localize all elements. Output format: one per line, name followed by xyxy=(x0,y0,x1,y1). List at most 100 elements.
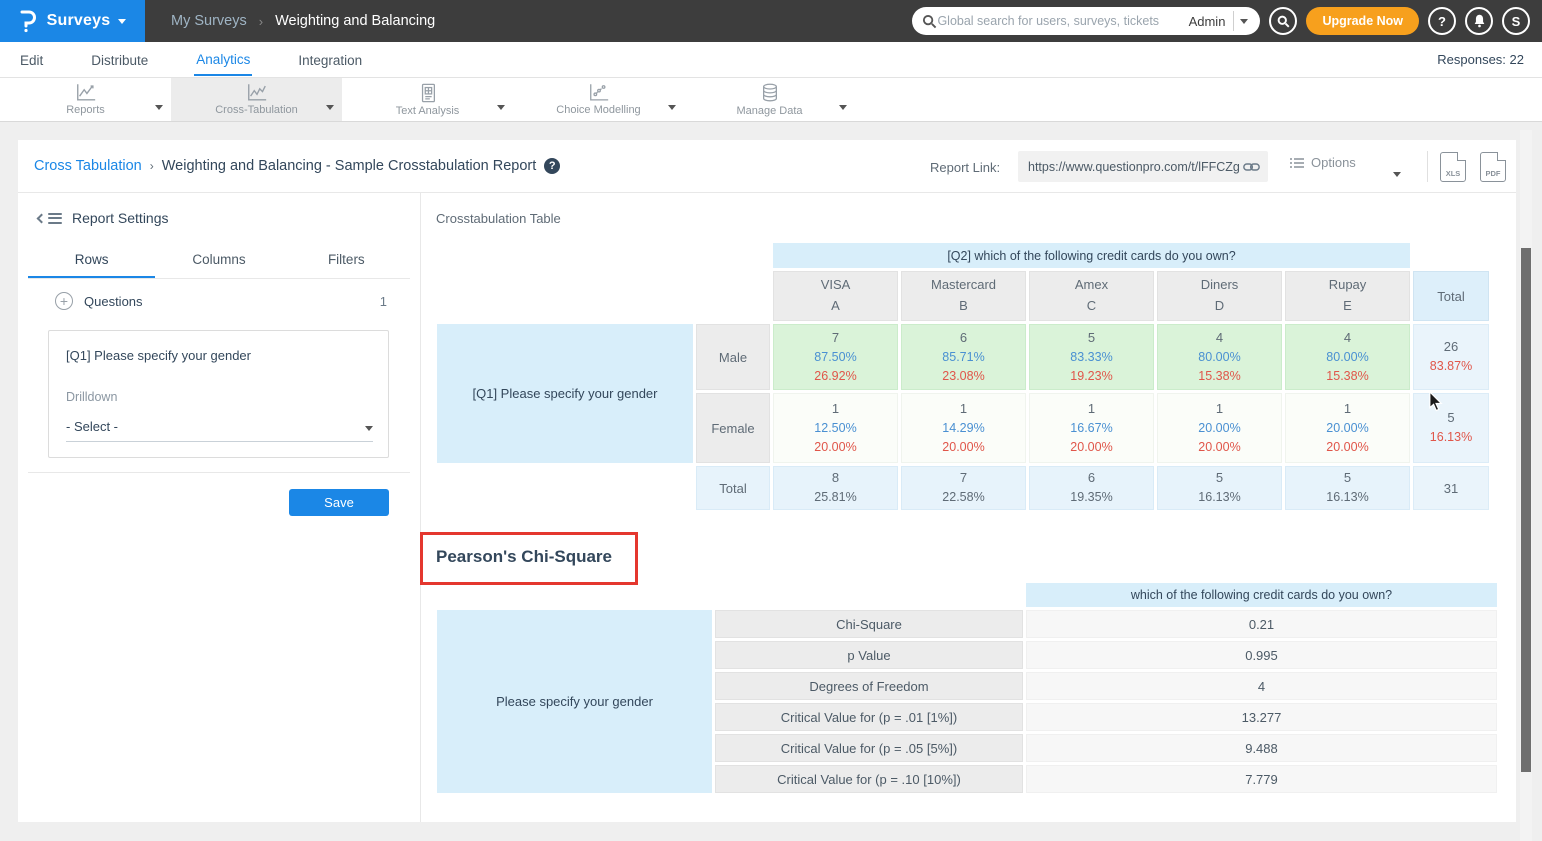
toolbar-item-cross-tabulation[interactable]: Cross-Tabulation xyxy=(171,78,342,121)
toolbar-item-text-analysis[interactable]: Text Analysis xyxy=(342,78,513,121)
add-question-button[interactable]: + xyxy=(55,292,73,310)
topbar: Surveys My Surveys › Weighting and Balan… xyxy=(0,0,1542,42)
user-avatar[interactable]: S xyxy=(1502,7,1530,35)
report-breadcrumb: Cross Tabulation › Weighting and Balanci… xyxy=(34,158,560,174)
chi-row-header: Please specify your gender xyxy=(437,610,712,793)
report-link-box[interactable]: https://www.questionpro.com/t/lFFCZg xyxy=(1018,151,1268,182)
stat-label: Chi-Square xyxy=(715,610,1023,638)
tab-filters[interactable]: Filters xyxy=(283,246,410,278)
crosstab-totals-row: Total 825.81% 722.58% 619.35% 516.13% 51… xyxy=(437,466,1489,510)
stat-label: Degrees of Freedom xyxy=(715,672,1023,700)
column-header: VISAA xyxy=(773,271,898,321)
topbar-breadcrumb: My Surveys › Weighting and Balancing xyxy=(171,13,435,29)
export-xls-icon[interactable]: XLS xyxy=(1440,152,1466,182)
surveys-product-menu[interactable]: Surveys xyxy=(0,0,145,42)
help-button[interactable] xyxy=(1428,7,1456,35)
collapse-sidebar-button[interactable] xyxy=(38,210,62,226)
drilldown-select[interactable]: - Select - xyxy=(66,419,373,442)
analytics-toolbar: Reports Cross-Tabulation Text Analysis C… xyxy=(0,78,1542,122)
line-chart-icon xyxy=(246,83,268,102)
tab-distribute[interactable]: Distribute xyxy=(89,44,150,75)
toolbar-item-label: Reports xyxy=(66,104,105,116)
sidebar-divider xyxy=(420,192,421,822)
column-header: RupayE xyxy=(1285,271,1410,321)
tab-analytics[interactable]: Analytics xyxy=(194,43,252,76)
chi-column-header: which of the following credit cards do y… xyxy=(1026,583,1497,607)
toolbar-item-label: Manage Data xyxy=(736,105,802,117)
tab-rows[interactable]: Rows xyxy=(28,246,155,278)
chevron-down-icon[interactable] xyxy=(668,97,676,115)
row-total-cell: 2683.87% xyxy=(1413,324,1489,390)
global-search-input[interactable] xyxy=(937,14,1184,28)
stat-value: 4 xyxy=(1026,672,1497,700)
chevron-left-icon xyxy=(37,213,47,223)
drilldown-label: Drilldown xyxy=(66,390,117,404)
mouse-cursor xyxy=(1428,392,1446,417)
breadcrumb-separator: › xyxy=(150,159,154,173)
topbar-actions: Admin Upgrade Now S xyxy=(912,0,1530,42)
bell-icon xyxy=(1473,14,1486,28)
search-icon xyxy=(1277,15,1290,28)
chi-stat-row: Please specify your gender Chi-Square 0.… xyxy=(437,610,1497,638)
upgrade-now-button[interactable]: Upgrade Now xyxy=(1306,7,1419,35)
column-header: MastercardB xyxy=(901,271,1026,321)
breadcrumb-current-survey: Weighting and Balancing xyxy=(275,13,435,29)
scatter-chart-icon xyxy=(588,83,610,102)
export-pdf-icon[interactable]: PDF xyxy=(1480,152,1506,182)
column-total-cell: 825.81% xyxy=(773,466,898,510)
pdf-label: PDF xyxy=(1486,169,1501,178)
crosstab-cell: 112.50%20.00% xyxy=(773,393,898,463)
crosstab-cell: 480.00%15.38% xyxy=(1157,324,1282,390)
questions-label: Questions xyxy=(84,294,380,309)
search-icon xyxy=(922,14,937,29)
crosstab-column-headers-row: VISAA MastercardB AmexC DinersD RupayE T… xyxy=(437,271,1489,321)
database-icon xyxy=(760,83,780,103)
survey-nav-tabs: Edit Distribute Analytics Integration Re… xyxy=(0,42,1542,78)
chevron-down-icon[interactable] xyxy=(497,97,505,115)
options-button[interactable]: Options xyxy=(1290,155,1356,170)
crosstab-cell: 114.29%20.00% xyxy=(901,393,1026,463)
chevron-down-icon[interactable] xyxy=(839,97,847,115)
crosstab-cell: 120.00%20.00% xyxy=(1285,393,1410,463)
tab-integration[interactable]: Integration xyxy=(296,44,364,75)
report-link-url[interactable]: https://www.questionpro.com/t/lFFCZg xyxy=(1028,160,1243,174)
stat-label: Critical Value for (p = .05 [5%]) xyxy=(715,734,1023,762)
chevron-down-icon[interactable] xyxy=(326,97,334,115)
grand-total-cell: 31 xyxy=(1413,466,1489,510)
chi-header-row: which of the following credit cards do y… xyxy=(437,583,1497,607)
toolbar-item-choice-modelling[interactable]: Choice Modelling xyxy=(513,78,684,121)
row-question-header: [Q1] Please specify your gender xyxy=(437,324,693,463)
sidebar-footer-divider xyxy=(28,472,410,473)
question-card: [Q1] Please specify your gender Drilldow… xyxy=(48,330,389,458)
breadcrumb-separator: › xyxy=(259,14,263,29)
row-total-cell: 516.13% xyxy=(1413,393,1489,463)
chi-square-table: which of the following credit cards do y… xyxy=(434,580,1500,796)
avatar-initial: S xyxy=(1512,14,1521,29)
search-scope-dropdown[interactable] xyxy=(1234,19,1254,24)
questions-section: + Questions 1 xyxy=(55,292,387,310)
tab-edit[interactable]: Edit xyxy=(18,44,45,75)
report-help-icon[interactable] xyxy=(544,158,560,174)
cross-tabulation-link[interactable]: Cross Tabulation xyxy=(34,158,142,174)
save-button[interactable]: Save xyxy=(289,489,389,516)
menu-icon xyxy=(48,210,62,226)
vertical-scrollbar-thumb[interactable] xyxy=(1521,248,1531,772)
options-dropdown-caret[interactable] xyxy=(1393,164,1401,182)
line-chart-icon xyxy=(75,83,97,102)
search-button[interactable] xyxy=(1269,7,1297,35)
chevron-down-icon[interactable] xyxy=(155,97,163,115)
toolbar-item-reports[interactable]: Reports xyxy=(0,78,171,121)
tab-columns[interactable]: Columns xyxy=(155,246,282,278)
search-scope-label[interactable]: Admin xyxy=(1185,14,1234,29)
column-header: DinersD xyxy=(1157,271,1282,321)
responses-count[interactable]: Responses: 22 xyxy=(1437,52,1524,67)
chevron-down-icon xyxy=(118,19,126,24)
notifications-button[interactable] xyxy=(1465,7,1493,35)
link-icon[interactable] xyxy=(1243,161,1260,173)
export-divider xyxy=(1427,151,1428,182)
stat-label: Critical Value for (p = .01 [1%]) xyxy=(715,703,1023,731)
column-question-header: [Q2] which of the following credit cards… xyxy=(773,243,1410,268)
breadcrumb-my-surveys[interactable]: My Surveys xyxy=(171,13,247,29)
stat-value: 13.277 xyxy=(1026,703,1497,731)
toolbar-item-manage-data[interactable]: Manage Data xyxy=(684,78,855,121)
